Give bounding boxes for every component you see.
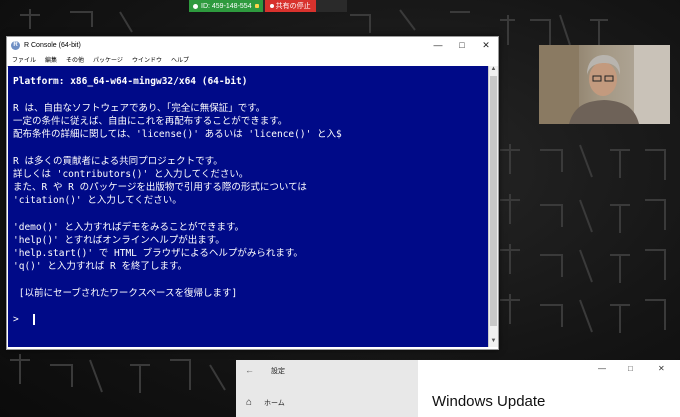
webcam-video: [539, 45, 670, 124]
r-console-window[interactable]: R R Console (64-bit) — □ ✕ ファイル 編集 その他 パ…: [6, 36, 499, 350]
menu-edit[interactable]: 編集: [45, 55, 57, 64]
console-output[interactable]: Platform: x86_64-w64-mingw32/x64 (64-bit…: [8, 66, 488, 347]
stop-share-label: 共有の停止: [275, 3, 311, 10]
text-cursor: [33, 314, 35, 325]
console-line: 'citation()' と入力してください。: [13, 195, 182, 206]
console-line: Platform: x86_64-w64-mingw32/x64 (64-bit…: [13, 76, 248, 87]
console-line: [以前にセーブされたワークスペースを復帰します]: [13, 288, 238, 299]
page-heading: Windows Update: [432, 393, 546, 410]
settings-window[interactable]: ← 設定 ⌂ ホーム — □ ✕ Windows Update: [236, 360, 680, 417]
close-icon[interactable]: ✕: [474, 40, 498, 51]
console-line: 'q()' と入力すれば R を終了します。: [13, 261, 188, 272]
scroll-up-icon[interactable]: ▲: [489, 66, 498, 75]
r-logo-icon: R: [11, 40, 20, 50]
scrollbar-thumb[interactable]: [490, 76, 497, 326]
meeting-id-text: ID: 459-148-554: [201, 2, 252, 10]
console-line: R は、自由なソフトウェアであり、「完全に無保証」です。: [13, 103, 266, 114]
menu-windows[interactable]: ウインドウ: [132, 55, 162, 64]
r-console-titlebar[interactable]: R R Console (64-bit) — □ ✕: [7, 37, 498, 53]
console-line: 詳しくは 'contributors()' と入力してください。: [13, 169, 249, 180]
menu-help[interactable]: ヘルプ: [171, 55, 189, 64]
close-icon[interactable]: ✕: [658, 364, 665, 373]
console-line: 配布条件の詳細に関しては、'license()' あるいは 'licence()…: [13, 129, 342, 140]
menu-packages[interactable]: パッケージ: [93, 55, 123, 64]
menu-bar: ファイル 編集 その他 パッケージ ウインドウ ヘルプ: [7, 53, 498, 67]
console-line: また、R や R のパッケージを出版物で引用する際の形式については: [13, 182, 307, 193]
screen-share-bar: ID: 459-148-554 共有の停止: [189, 0, 347, 12]
minimize-icon[interactable]: —: [598, 364, 606, 373]
back-arrow-icon[interactable]: ←: [245, 365, 254, 375]
console-line: 'demo()' と入力すればデモをみることができます。: [13, 222, 245, 233]
stop-share-button[interactable]: 共有の停止: [264, 0, 316, 12]
console-line: 'help()' とすればオンラインヘルプが出ます。: [13, 235, 225, 246]
home-icon[interactable]: ⌂: [246, 397, 252, 408]
settings-title: 設定: [271, 368, 285, 375]
console-scrollbar[interactable]: ▲ ▼: [488, 66, 498, 347]
person-image: [539, 45, 670, 124]
nav-item-home[interactable]: ホーム: [264, 398, 285, 408]
lock-icon: [254, 4, 259, 8]
share-status-icon: [193, 3, 198, 9]
stop-icon: [269, 4, 274, 8]
console-line: 'help.start()' で HTML ブラウザによるヘルプがみられます。: [13, 248, 303, 259]
window-title: R Console (64-bit): [24, 41, 81, 49]
scroll-down-icon[interactable]: ▼: [489, 338, 498, 347]
console-line: R は多くの貢献者による共同プロジェクトです。: [13, 156, 223, 167]
menu-file[interactable]: ファイル: [12, 55, 36, 64]
console-line: 一定の条件に従えば、自由にこれを再配布することができます。: [13, 116, 288, 127]
console-prompt[interactable]: >: [13, 314, 24, 325]
meeting-id-badge[interactable]: ID: 459-148-554: [189, 0, 263, 12]
minimize-icon[interactable]: —: [426, 40, 450, 51]
menu-misc[interactable]: その他: [66, 55, 84, 64]
settings-nav-pane: ← 設定 ⌂ ホーム: [236, 360, 418, 417]
maximize-icon[interactable]: □: [450, 40, 474, 51]
settings-content-pane: — □ ✕ Windows Update: [418, 360, 680, 417]
maximize-icon[interactable]: □: [628, 364, 633, 373]
